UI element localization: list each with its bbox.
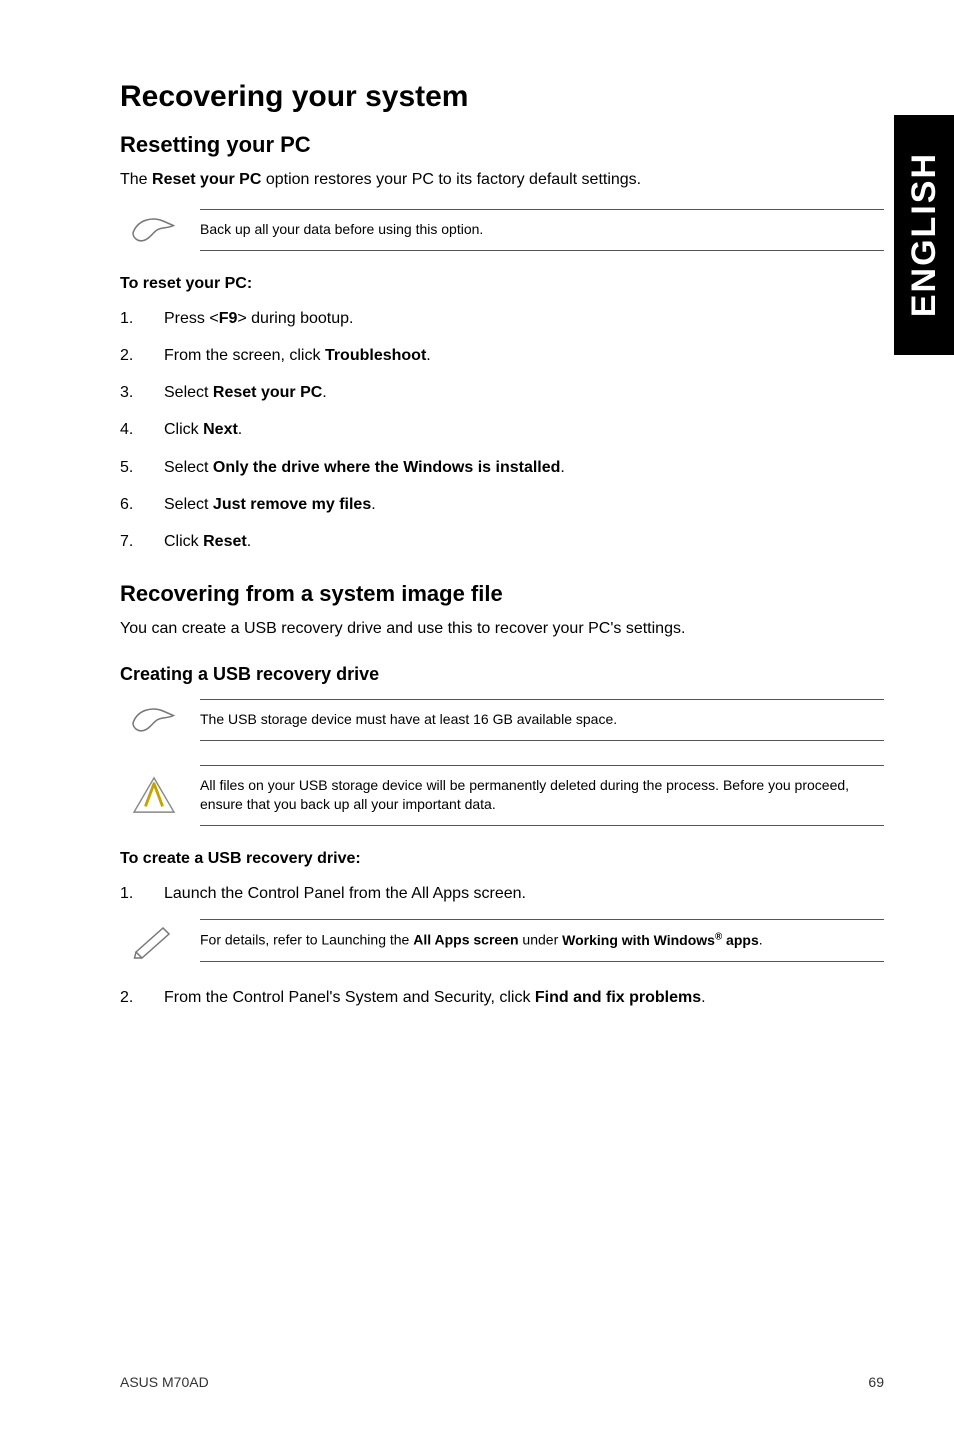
text: The [120, 171, 152, 188]
list-item: Click Next. [120, 418, 884, 441]
list-item: Press <F9> during bootup. [120, 307, 884, 330]
text-bold: Reset your PC [213, 384, 322, 401]
list-item: From the screen, click Troubleshoot. [120, 344, 884, 367]
text: option restores your PC to its factory d… [261, 171, 641, 188]
note-usb-warning: All files on your USB storage device wil… [120, 765, 884, 826]
list-item: From the Control Panel's System and Secu… [120, 986, 884, 1009]
text: Press < [164, 310, 219, 327]
hand-note-icon [130, 700, 178, 740]
section-image-intro: You can create a USB recovery drive and … [120, 617, 884, 640]
usb-steps-list-2: From the Control Panel's System and Secu… [120, 986, 884, 1009]
text: From the Control Panel's System and Secu… [164, 989, 535, 1006]
footer-product: ASUS M70AD [120, 1374, 209, 1390]
reset-steps-heading: To reset your PC: [120, 275, 884, 293]
text: From the screen, click [164, 347, 325, 364]
note-usb-space: The USB storage device must have at leas… [120, 699, 884, 741]
text-bold: F9 [219, 310, 238, 327]
pencil-note-icon [130, 920, 178, 960]
language-tab-text: ENGLISH [905, 152, 944, 317]
text: Click [164, 421, 203, 438]
list-item: Select Only the drive where the Windows … [120, 456, 884, 479]
note-backup-text: Back up all your data before using this … [200, 209, 884, 251]
section-image-heading: Recovering from a system image file [120, 581, 884, 607]
note-usb-space-text: The USB storage device must have at leas… [200, 699, 884, 741]
text: Click [164, 533, 203, 550]
note-refer: For details, refer to Launching the All … [120, 919, 884, 961]
text-bold: All Apps screen [413, 932, 518, 948]
text: > during bootup. [237, 310, 353, 327]
list-item: Select Reset your PC. [120, 381, 884, 404]
note-refer-text: For details, refer to Launching the All … [200, 919, 884, 961]
text-bold: Troubleshoot [325, 347, 426, 364]
text: Select [164, 496, 213, 513]
footer-page-number: 69 [868, 1374, 884, 1390]
text: . [426, 347, 430, 364]
text: Select [164, 459, 213, 476]
usb-steps-heading: To create a USB recovery drive: [120, 850, 884, 868]
note-backup: Back up all your data before using this … [120, 209, 884, 251]
text: under [519, 932, 563, 948]
text-bold: Only the drive where the Windows is inst… [213, 459, 560, 476]
text: . [371, 496, 375, 513]
section-resetting-intro: The Reset your PC option restores your P… [120, 168, 884, 191]
list-item: Click Reset. [120, 530, 884, 553]
list-item: Launch the Control Panel from the All Ap… [120, 882, 884, 905]
language-tab: ENGLISH [894, 115, 954, 355]
text: Launch the Control Panel from the All Ap… [164, 882, 526, 905]
text-bold: Just remove my files [213, 496, 371, 513]
list-item: Select Just remove my files. [120, 493, 884, 516]
text: . [759, 932, 763, 948]
usb-subheading: Creating a USB recovery drive [120, 664, 884, 685]
text-bold: Next [203, 421, 238, 438]
text: . [247, 533, 251, 550]
text-bold: Find and fix problems [535, 989, 701, 1006]
text: . [560, 459, 564, 476]
usb-steps-list-1: Launch the Control Panel from the All Ap… [120, 882, 884, 905]
text-bold: Reset [203, 533, 247, 550]
text: . [322, 384, 326, 401]
text: Working with Windows [562, 932, 715, 948]
text: . [701, 989, 705, 1006]
text-bold: Reset your PC [152, 171, 261, 188]
text-bold: Working with Windows® apps [562, 932, 759, 948]
page-title: Recovering your system [120, 80, 884, 114]
reset-steps-list: Press <F9> during bootup. From the scree… [120, 307, 884, 553]
note-usb-warning-text: All files on your USB storage device wil… [200, 765, 884, 826]
section-resetting-heading: Resetting your PC [120, 132, 884, 158]
text: For details, refer to Launching the [200, 932, 413, 948]
text: Select [164, 384, 213, 401]
text: . [238, 421, 242, 438]
hand-note-icon [130, 210, 178, 250]
warning-icon [130, 775, 178, 815]
page-footer: ASUS M70AD 69 [120, 1374, 884, 1390]
text: apps [722, 932, 759, 948]
